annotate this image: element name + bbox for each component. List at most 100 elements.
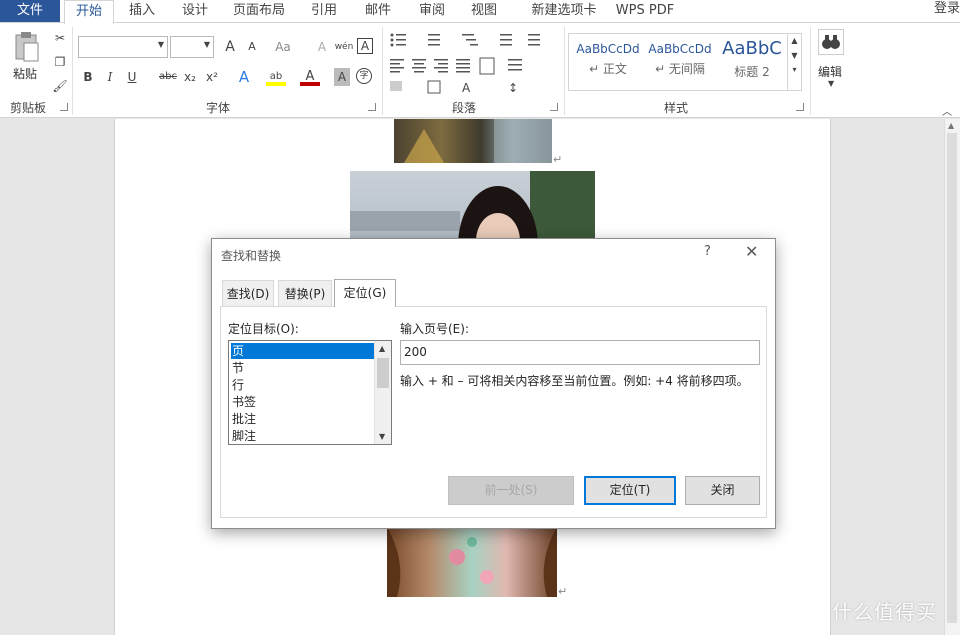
- grow-font-icon[interactable]: A: [220, 38, 240, 56]
- watermark: 什么值得买: [796, 594, 956, 624]
- svg-text:↕: ↕: [508, 81, 518, 95]
- shrink-font-icon[interactable]: A: [242, 38, 262, 56]
- goto-target-label: 定位目标(O):: [228, 322, 299, 336]
- tab-page-layout[interactable]: 页面布局: [226, 0, 292, 22]
- goto-button[interactable]: 定位(T): [584, 476, 676, 505]
- tab-replace[interactable]: 替换(P): [278, 280, 332, 306]
- subscript-icon[interactable]: x₂: [180, 68, 200, 86]
- clear-format-icon[interactable]: A: [312, 38, 332, 56]
- ribbon-tab-bar: 文件 开始 插入 设计 页面布局 引用 邮件 审阅 视图 新建选项卡 WPS P…: [0, 0, 960, 24]
- close-icon[interactable]: ✕: [745, 242, 758, 261]
- phonetic-guide-icon[interactable]: wén: [334, 38, 354, 56]
- watermark-text: 什么值得买: [832, 600, 937, 624]
- scroll-up-icon[interactable]: ▲: [948, 121, 954, 130]
- scroll-thumb[interactable]: [947, 133, 957, 623]
- list-item[interactable]: 书签: [231, 394, 374, 410]
- underline-icon[interactable]: U: [122, 68, 142, 86]
- list-item[interactable]: 批注: [231, 411, 374, 427]
- tab-references[interactable]: 引用: [302, 0, 346, 22]
- document-image-1[interactable]: [394, 119, 552, 163]
- highlight-icon[interactable]: ab: [266, 68, 286, 86]
- tab-view[interactable]: 视图: [462, 0, 506, 22]
- tab-mailings[interactable]: 邮件: [356, 0, 400, 22]
- bold-icon[interactable]: B: [78, 68, 98, 86]
- page-number-input[interactable]: 200: [400, 340, 760, 365]
- ribbon: 粘贴 ✂ ❐ 🖌 剪贴板 ▼ ▼ A A Aa A wén A B I U ab…: [0, 22, 960, 118]
- goto-target-list[interactable]: 页 节 行 书签 批注 脚注 ▲ ▼: [228, 340, 392, 445]
- superscript-icon[interactable]: x²: [202, 68, 222, 86]
- login-link[interactable]: 登录: [934, 0, 960, 18]
- help-icon[interactable]: ?: [704, 244, 711, 259]
- style-no-spacing[interactable]: AaBbCcDd ↵ 无间隔: [644, 36, 716, 88]
- clipboard-launcher-icon[interactable]: [60, 103, 68, 111]
- paragraph-launcher-icon[interactable]: [550, 103, 558, 111]
- styles-launcher-icon[interactable]: [796, 103, 804, 111]
- find-replace-dialog: 查找和替换 ? ✕ 查找(D) 替换(P) 定位(G) 定位目标(O): 页 节…: [211, 238, 776, 529]
- font-group-label: 字体: [206, 101, 231, 115]
- styles-gallery: AaBbCcDd ↵ 正文 AaBbCcDd ↵ 无间隔 AaBbC 标题 2 …: [568, 33, 802, 91]
- style-heading-2[interactable]: AaBbC 标题 2: [716, 36, 788, 88]
- tab-insert[interactable]: 插入: [118, 0, 166, 22]
- list-item[interactable]: 页: [231, 343, 374, 359]
- editing-button-label[interactable]: 编辑: [818, 63, 842, 80]
- watermark-logo-icon: [796, 594, 824, 622]
- chevron-down-icon: ▼: [157, 40, 164, 49]
- dialog-title: 查找和替换: [221, 249, 282, 263]
- divider: [564, 27, 565, 115]
- style-normal[interactable]: AaBbCcDd ↵ 正文: [572, 36, 644, 88]
- divider: [382, 27, 383, 115]
- list-item[interactable]: 脚注: [231, 428, 374, 444]
- vertical-scrollbar[interactable]: ▲: [944, 119, 960, 635]
- collapse-ribbon-icon[interactable]: ︿: [942, 103, 952, 118]
- paragraph-tools: A ↕: [388, 29, 558, 97]
- change-case-icon[interactable]: Aa: [270, 38, 296, 56]
- clipboard-group-label: 剪贴板: [10, 101, 47, 115]
- format-painter-icon[interactable]: 🖌: [50, 77, 70, 95]
- tab-find[interactable]: 查找(D): [222, 280, 274, 306]
- cut-icon[interactable]: ✂: [50, 29, 70, 47]
- enclose-character-icon[interactable]: 字: [356, 68, 372, 84]
- close-button[interactable]: 关闭: [685, 476, 760, 505]
- paste-icon[interactable]: [12, 31, 42, 63]
- list-scrollbar[interactable]: ▲ ▼: [374, 341, 391, 444]
- chevron-down-icon[interactable]: ▼: [788, 51, 801, 60]
- goto-hint-text: 输入 + 和 – 可将相关内容移至当前位置。例如: +4 将前移四项。: [400, 374, 749, 388]
- more-styles-icon[interactable]: ▾: [788, 65, 801, 74]
- character-border-icon[interactable]: A: [357, 38, 373, 54]
- chevron-up-icon[interactable]: ▲: [379, 344, 385, 353]
- copy-icon[interactable]: ❐: [50, 53, 70, 71]
- list-item[interactable]: 节: [231, 360, 374, 376]
- tab-goto[interactable]: 定位(G): [334, 279, 396, 307]
- paragraph-group-label: 段落: [452, 101, 477, 115]
- divider: [72, 27, 73, 115]
- text-effect-icon[interactable]: A: [234, 68, 254, 86]
- chevron-up-icon[interactable]: ▲: [788, 36, 801, 45]
- page-number-label: 输入页号(E):: [400, 322, 469, 336]
- chevron-down-icon: ▼: [203, 40, 210, 49]
- font-size-combo[interactable]: ▼: [170, 36, 214, 58]
- tab-new-tab[interactable]: 新建选项卡: [516, 0, 612, 22]
- document-image-3[interactable]: [387, 527, 557, 597]
- paragraph-mark: ↵: [553, 153, 563, 166]
- font-launcher-icon[interactable]: [368, 103, 376, 111]
- list-item[interactable]: 行: [231, 377, 374, 393]
- binoculars-icon[interactable]: [818, 29, 844, 55]
- font-name-combo[interactable]: ▼: [78, 36, 168, 58]
- tab-wps-pdf[interactable]: WPS PDF: [610, 0, 680, 22]
- character-shading-icon[interactable]: A: [334, 68, 350, 86]
- italic-icon[interactable]: I: [100, 68, 120, 86]
- paste-button-label[interactable]: 粘贴: [13, 65, 37, 82]
- file-tab[interactable]: 文件: [0, 0, 60, 22]
- chevron-down-icon[interactable]: ▼: [828, 79, 834, 88]
- divider: [810, 27, 811, 115]
- previous-button[interactable]: 前一处(S): [448, 476, 574, 505]
- tab-review[interactable]: 审阅: [410, 0, 454, 22]
- scroll-thumb[interactable]: [377, 358, 389, 388]
- strikethrough-icon[interactable]: abc: [156, 68, 180, 86]
- font-color-icon[interactable]: A: [300, 68, 320, 86]
- chevron-down-icon[interactable]: ▼: [379, 432, 385, 441]
- svg-text:A: A: [462, 81, 471, 95]
- styles-scroll[interactable]: ▲ ▼ ▾: [787, 34, 801, 90]
- tab-home[interactable]: 开始: [64, 0, 114, 24]
- tab-design[interactable]: 设计: [172, 0, 218, 22]
